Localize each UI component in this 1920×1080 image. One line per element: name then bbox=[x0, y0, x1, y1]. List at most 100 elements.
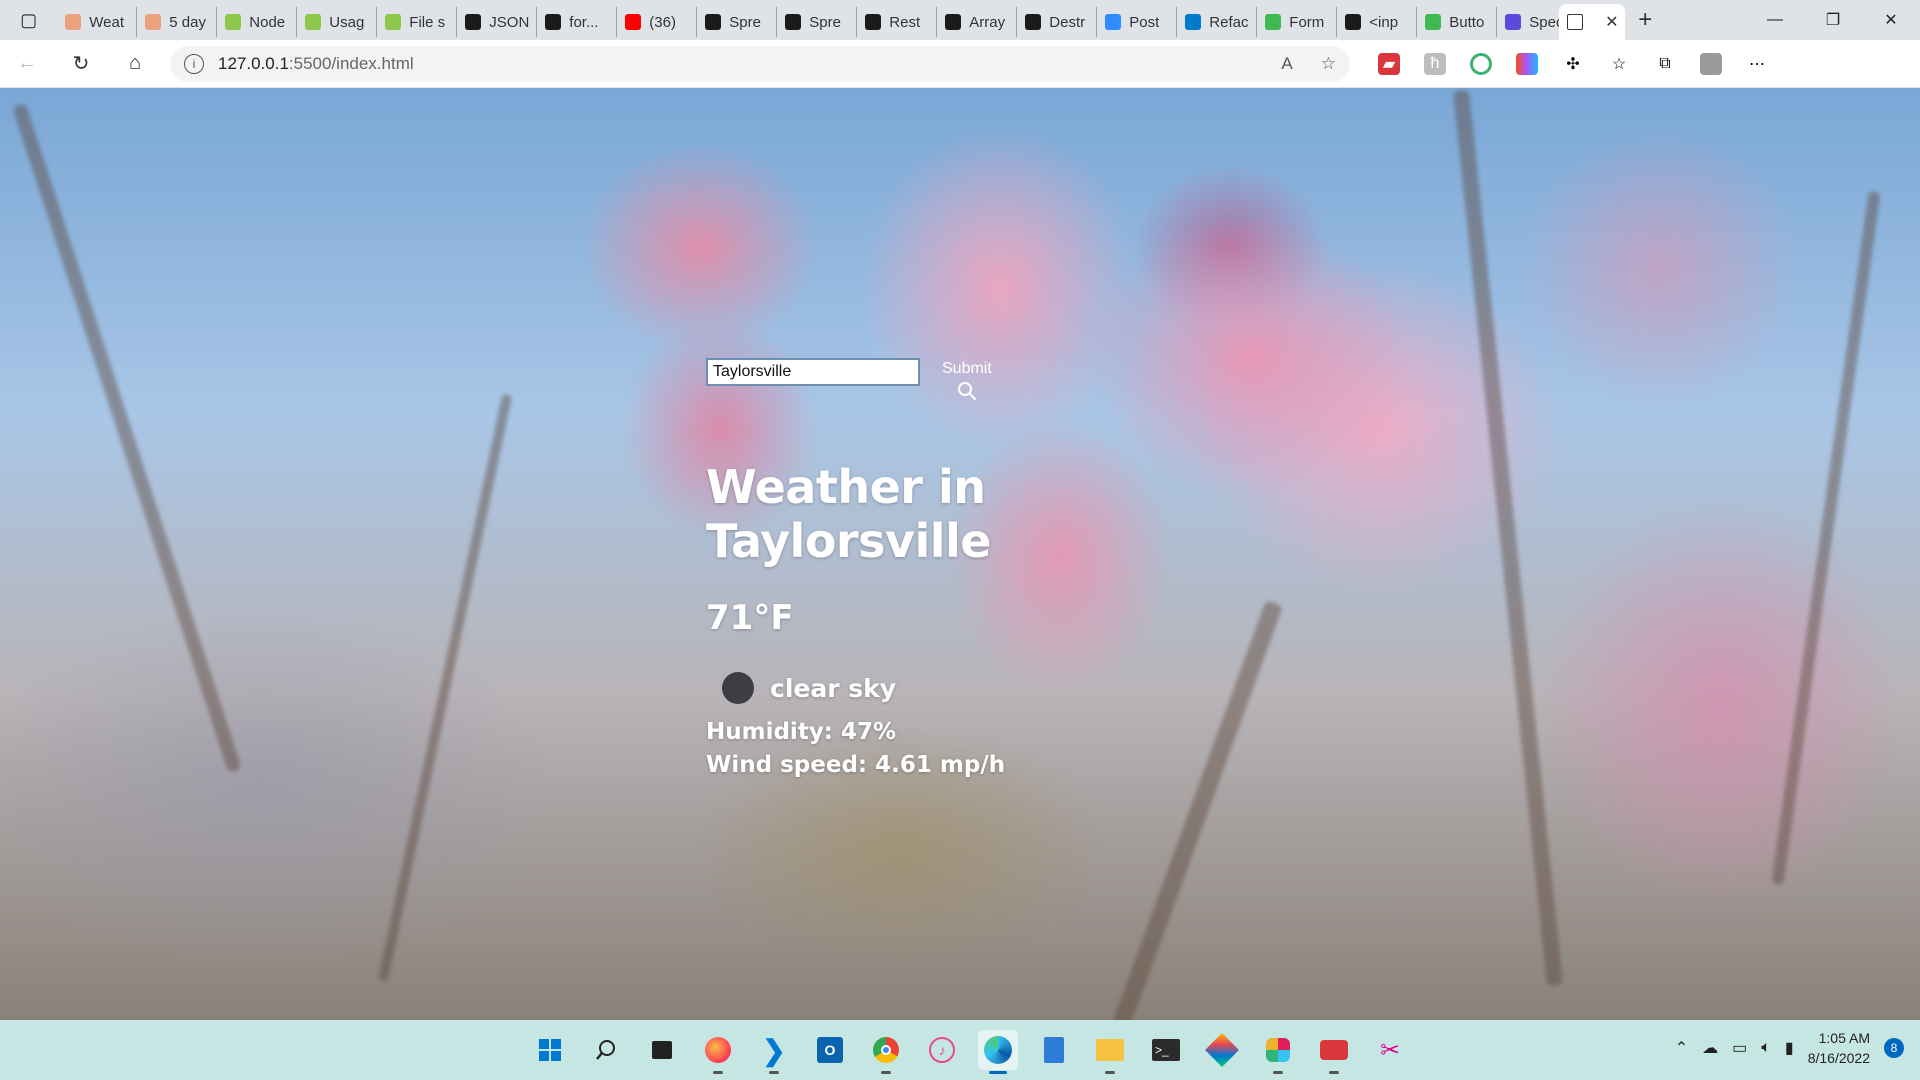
more-menu-icon[interactable]: ⋯ bbox=[1746, 53, 1768, 75]
minimize-icon[interactable]: — bbox=[1746, 0, 1804, 40]
browser-tab[interactable]: Array bbox=[937, 7, 1018, 37]
running-indicator bbox=[1273, 1071, 1283, 1074]
tab-title: Weat bbox=[89, 13, 125, 31]
weather-condition-icon bbox=[722, 672, 754, 704]
vscode-icon[interactable]: ❯ bbox=[754, 1030, 794, 1074]
site-info-icon[interactable]: i bbox=[184, 53, 204, 74]
extension-gray-icon[interactable]: ħ bbox=[1424, 52, 1446, 75]
paint-3d-icon[interactable] bbox=[1202, 1030, 1242, 1070]
close-window-icon[interactable]: ✕ bbox=[1862, 0, 1920, 40]
search-icon bbox=[957, 382, 976, 401]
city-search-input[interactable] bbox=[706, 358, 920, 386]
search-icon[interactable] bbox=[586, 1030, 626, 1070]
browser-tab[interactable]: Rest bbox=[857, 7, 938, 37]
close-tab-icon[interactable]: ✕ bbox=[1605, 12, 1618, 32]
condition-row: clear sky bbox=[706, 672, 1266, 704]
tab-title: File s bbox=[409, 13, 446, 31]
new-tab-button[interactable]: + bbox=[1625, 6, 1666, 34]
battery-icon[interactable]: ▮ bbox=[1785, 1038, 1794, 1058]
browser-tab[interactable]: Form bbox=[1257, 7, 1338, 37]
show-hidden-icons-chevron-icon[interactable]: ⌃ bbox=[1675, 1038, 1688, 1058]
zoom-icon bbox=[1105, 14, 1122, 30]
restore-icon[interactable]: ❐ bbox=[1804, 0, 1862, 40]
url-path: :5500/index.html bbox=[288, 53, 414, 73]
extension-red-icon[interactable]: ▰ bbox=[1378, 52, 1400, 75]
mdn-icon bbox=[945, 14, 962, 30]
refresh-icon[interactable]: ↻ bbox=[54, 40, 108, 88]
temperature: 71°F bbox=[706, 598, 794, 638]
volume-icon[interactable]: 🔈︎ bbox=[1761, 1039, 1771, 1057]
weather-title: Weather in Taylorsville bbox=[706, 460, 991, 568]
url-host: 127.0.0.1 bbox=[218, 53, 289, 73]
mdn-icon bbox=[1025, 14, 1042, 30]
network-icon[interactable]: ▭ bbox=[1732, 1038, 1747, 1058]
tab-title: Spre bbox=[809, 13, 841, 31]
page-viewport: Submit Weather in Taylorsville 71°F clea… bbox=[0, 88, 1920, 1020]
chrome-icon[interactable] bbox=[866, 1030, 906, 1074]
tab-title: Form bbox=[1289, 13, 1325, 31]
clock[interactable]: 1:05 AM 8/16/2022 bbox=[1808, 1028, 1870, 1068]
start-windows-icon[interactable] bbox=[530, 1030, 570, 1070]
extension-figma-icon[interactable] bbox=[1516, 52, 1538, 75]
browser-tab[interactable]: Node bbox=[217, 7, 298, 37]
browser-tab[interactable]: JSON bbox=[457, 7, 538, 37]
tab-title: Array bbox=[969, 13, 1006, 31]
browser-tab[interactable]: <inp bbox=[1337, 7, 1418, 37]
browser-tab[interactable]: (36) bbox=[617, 7, 698, 37]
tab-actions-menu-icon[interactable]: ▢ bbox=[0, 0, 57, 40]
browser-tab[interactable]: Spec bbox=[1497, 7, 1559, 37]
tab-title: <inp bbox=[1369, 13, 1399, 31]
tab-title: for... bbox=[569, 13, 599, 31]
browser-tab[interactable]: Post bbox=[1097, 7, 1178, 37]
profile-avatar[interactable] bbox=[1700, 52, 1722, 75]
submit-button[interactable]: Submit bbox=[942, 360, 992, 402]
tab-title: JSON bbox=[489, 13, 530, 31]
read-aloud-icon[interactable]: A bbox=[1281, 54, 1292, 74]
git-client-icon[interactable] bbox=[1314, 1030, 1354, 1074]
browser-tab[interactable]: Usag bbox=[297, 7, 378, 37]
home-icon[interactable]: ⌂ bbox=[108, 40, 162, 88]
browser-tab[interactable]: for... bbox=[537, 7, 618, 37]
browser-tab[interactable]: Destr bbox=[1017, 7, 1098, 37]
add-favorite-icon[interactable]: ☆ bbox=[1321, 54, 1336, 74]
address-bar[interactable]: i 127.0.0.1:5500/index.html A ☆ bbox=[170, 45, 1350, 82]
mdn-icon bbox=[865, 14, 882, 30]
browser-tab[interactable]: 5 day bbox=[137, 7, 218, 37]
browser-tab[interactable]: Spre bbox=[697, 7, 778, 37]
tab-title: Rest bbox=[889, 13, 921, 31]
terminal-icon[interactable]: >_ bbox=[1146, 1030, 1186, 1070]
extensions-puzzle-icon[interactable]: ✣ bbox=[1562, 53, 1584, 75]
notepad-icon[interactable] bbox=[1034, 1030, 1074, 1070]
nodejs-icon bbox=[385, 14, 402, 30]
youtube-icon bbox=[625, 14, 642, 30]
weather-app-icon bbox=[145, 14, 162, 30]
browser-tab[interactable]: Spre bbox=[777, 7, 858, 37]
edge-icon[interactable] bbox=[978, 1030, 1018, 1074]
slack-icon[interactable] bbox=[1258, 1030, 1298, 1074]
tab-active[interactable]: ✕ bbox=[1558, 4, 1625, 40]
browser-tab[interactable]: File s bbox=[377, 7, 458, 37]
browser-tab[interactable]: Butto bbox=[1417, 7, 1498, 37]
snipping-tool-icon[interactable]: ✂ bbox=[1370, 1030, 1410, 1070]
file-explorer-icon[interactable] bbox=[1090, 1030, 1130, 1074]
favorites-icon[interactable]: ☆ bbox=[1608, 53, 1630, 75]
browser-tab[interactable]: Refac bbox=[1177, 7, 1258, 37]
outlook-icon[interactable]: O bbox=[810, 1030, 850, 1070]
collections-icon[interactable]: ⧉ bbox=[1654, 53, 1676, 75]
running-indicator bbox=[713, 1071, 723, 1074]
clock-time: 1:05 AM bbox=[1818, 1030, 1870, 1046]
browser-tab[interactable]: Weat bbox=[57, 7, 138, 37]
extension-colorful-icon[interactable] bbox=[1470, 52, 1492, 75]
weather-app-icon bbox=[65, 14, 82, 30]
onedrive-cloud-icon[interactable]: ☁ bbox=[1702, 1038, 1718, 1058]
firefox-icon[interactable] bbox=[698, 1030, 738, 1074]
notification-badge[interactable]: 8 bbox=[1884, 1038, 1904, 1058]
itunes-icon[interactable]: ♪ bbox=[922, 1030, 962, 1070]
codepen-icon bbox=[1425, 14, 1442, 30]
back-arrow-icon[interactable]: ← bbox=[0, 40, 54, 88]
weather-description: clear sky bbox=[770, 673, 897, 703]
running-indicator bbox=[881, 1071, 891, 1074]
nodejs-icon bbox=[225, 14, 242, 30]
task-view-icon[interactable] bbox=[642, 1030, 682, 1070]
tab-title: Butto bbox=[1449, 13, 1485, 31]
